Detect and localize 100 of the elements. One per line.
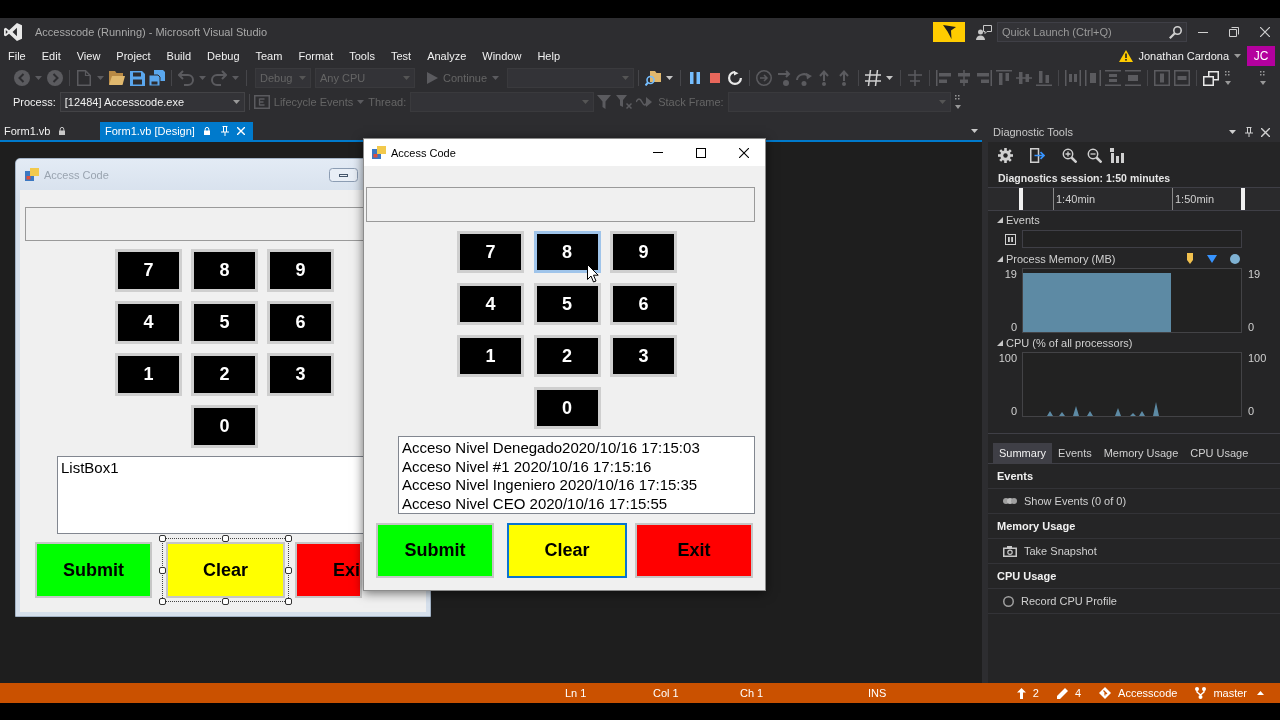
resize-handle-icon[interactable]	[285, 535, 292, 542]
keypad-button[interactable]: 3	[267, 353, 334, 396]
list-item[interactable]: Acceso Nivel #1 2020/10/16 17:15:16	[402, 457, 652, 477]
caret-icon[interactable]	[886, 76, 894, 80]
keypad-button[interactable]: 9	[610, 231, 677, 273]
overflow-icon[interactable]	[954, 95, 961, 109]
status-button[interactable]: master	[1195, 687, 1264, 699]
circular-arrow-icon[interactable]	[728, 71, 743, 85]
triangle-icon[interactable]	[997, 216, 1003, 223]
keypad-button[interactable]: 2	[533, 335, 601, 377]
status-button[interactable]: 4	[1056, 687, 1082, 699]
menu-item[interactable]: Analyze	[419, 46, 475, 66]
caret-icon[interactable]	[666, 76, 674, 80]
windows-icon[interactable]	[1203, 70, 1220, 86]
zoom-in-icon[interactable]	[1062, 147, 1077, 163]
menu-item[interactable]: Window	[474, 46, 530, 66]
action-link[interactable]: Show Events (0 of 0)	[1003, 495, 1127, 507]
form-button[interactable]: Exi	[295, 542, 362, 598]
stop-icon[interactable]	[710, 73, 721, 83]
menu-item[interactable]: Tools	[341, 46, 383, 66]
form-button[interactable]: Submit	[376, 523, 494, 578]
keypad-button[interactable]: 2	[191, 353, 258, 396]
menu-item[interactable]: Test	[382, 46, 420, 66]
keypad-button[interactable]: 1	[457, 335, 524, 377]
keypad-button[interactable]: 8	[191, 249, 258, 292]
list-box[interactable]: ListBox1	[57, 456, 363, 534]
restore-icon[interactable]	[1228, 27, 1239, 37]
status-button[interactable]: Accesscode	[1099, 687, 1178, 699]
keypad-button[interactable]: 8	[533, 231, 601, 273]
action-link[interactable]: Record CPU Profile	[1003, 595, 1117, 607]
close-icon[interactable]	[738, 147, 749, 158]
list-box[interactable]: Acceso Nivel Denegado2020/10/16 17:15:03 Acceso Nivel #1 2020/10/16 17:15:16 Acceso Nivel Ingeniero 2020/10/16 17:15:35 Acceso Nivel CEO 2020/10/16 17:15:55	[398, 436, 755, 514]
form-button[interactable]: Clear	[507, 523, 627, 578]
resize-handle-icon[interactable]	[159, 566, 166, 574]
pause-icon[interactable]	[690, 72, 701, 84]
caret-icon[interactable]	[1229, 130, 1236, 134]
triangle-icon[interactable]	[997, 339, 1003, 346]
form-button[interactable]: Clear	[166, 542, 285, 598]
document-tab[interactable]: Form1.vb	[0, 122, 96, 140]
minimize-icon[interactable]	[652, 152, 663, 153]
timeline-ruler[interactable]: 1:40min 1:50min	[988, 188, 1280, 211]
keypad-button[interactable]: 5	[533, 283, 601, 325]
bar-chart-icon[interactable]	[1110, 147, 1125, 163]
keypad-button[interactable]: 6	[267, 301, 334, 344]
tab[interactable]: CPU Usage	[1184, 443, 1255, 463]
keypad-button[interactable]: 7	[115, 249, 182, 292]
keypad-button[interactable]: 9	[267, 249, 334, 292]
search-icon[interactable]	[1169, 25, 1182, 39]
keypad-button[interactable]: 4	[115, 301, 182, 344]
folder-search-icon[interactable]	[645, 70, 662, 86]
text-field[interactable]	[366, 187, 755, 222]
list-item[interactable]: Acceso Nivel Ingeniero 2020/10/16 17:15:35	[402, 476, 698, 496]
action-link[interactable]: Take Snapshot	[1003, 545, 1097, 557]
overflow-icon[interactable]	[1225, 71, 1232, 85]
text-field[interactable]	[25, 207, 363, 241]
list-item[interactable]: Acceso Nivel Denegado2020/10/16 17:15:03	[402, 439, 700, 458]
caret-icon[interactable]	[1234, 54, 1241, 58]
settings-icon[interactable]	[998, 147, 1013, 163]
keypad-button[interactable]: 4	[457, 283, 524, 325]
menu-item[interactable]: Team	[247, 46, 291, 66]
resize-handle-icon[interactable]	[222, 535, 229, 542]
resize-handle-icon[interactable]	[285, 566, 292, 574]
triangle-icon[interactable]	[997, 255, 1003, 262]
menu-item[interactable]: File	[0, 46, 34, 66]
zoom-out-icon[interactable]	[1087, 147, 1102, 163]
resize-handle-icon[interactable]	[159, 535, 166, 542]
pin-icon[interactable]	[1245, 127, 1253, 137]
range-handle-icon[interactable]	[1241, 188, 1245, 210]
export-icon[interactable]	[1030, 147, 1045, 163]
keypad-button[interactable]: 1	[115, 353, 182, 396]
form-button[interactable]: Submit	[35, 542, 152, 598]
arrowhead-icon[interactable]	[933, 22, 965, 42]
list-item[interactable]: ListBox1	[61, 459, 119, 478]
open-folder-icon[interactable]	[109, 71, 125, 85]
overflow-icon[interactable]	[1260, 71, 1266, 85]
keypad-button[interactable]: 7	[457, 231, 524, 273]
keypad-button[interactable]: 5	[191, 301, 258, 344]
resize-handle-icon[interactable]	[159, 598, 166, 605]
person-bubble-icon[interactable]	[976, 24, 992, 40]
list-item[interactable]: Acceso Nivel CEO 2020/10/16 17:15:55	[402, 495, 668, 514]
tab[interactable]: Memory Usage	[1097, 443, 1185, 463]
menu-item[interactable]: Project	[108, 46, 159, 66]
keypad-button[interactable]: 0	[533, 387, 601, 429]
menu-item[interactable]: Edit	[33, 46, 69, 66]
menu-item[interactable]: Format	[290, 46, 342, 66]
tab[interactable]: Events	[1052, 443, 1098, 463]
account-avatar[interactable]: JC	[1247, 46, 1275, 66]
form-button[interactable]: Exit	[635, 523, 753, 578]
search-field[interactable]: Quick Launch (Ctrl+Q)	[997, 22, 1187, 42]
menu-item[interactable]: Help	[529, 46, 568, 66]
save-all-icon[interactable]	[149, 70, 165, 86]
account-name[interactable]: Jonathan Cardona	[1138, 50, 1229, 62]
tab[interactable]: Summary	[993, 443, 1053, 463]
menu-item[interactable]: Build	[158, 46, 200, 66]
minimize-icon[interactable]	[1197, 31, 1208, 33]
menu-item[interactable]: Debug	[199, 46, 248, 66]
pause-icon[interactable]	[1005, 233, 1016, 245]
hash-icon[interactable]	[865, 70, 882, 86]
keypad-button[interactable]: 6	[610, 283, 677, 325]
save-icon[interactable]	[129, 70, 145, 86]
